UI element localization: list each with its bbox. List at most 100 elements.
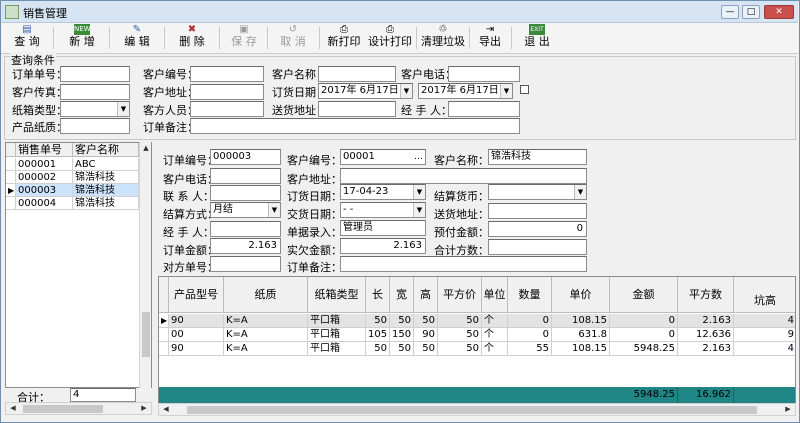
order-items-grid[interactable]: 产品型号 纸质 纸箱类型 长 宽 高 平方价 单位 数量 单价 金额 平方数 坑… — [158, 276, 796, 404]
export-button[interactable]: ⇥ 导出 — [474, 24, 506, 53]
col-header-flute-height[interactable]: 坑高 — [734, 277, 795, 313]
total-sqm-field[interactable] — [488, 239, 587, 255]
scroll-left-icon[interactable]: ◀ — [7, 403, 19, 414]
cust-addr-field[interactable] — [340, 168, 587, 184]
col-header-sqm[interactable]: 平方数 — [678, 277, 734, 313]
printer-icon: ⎙ — [386, 24, 394, 35]
col-header-unit[interactable]: 单位 — [482, 277, 508, 313]
peer-no-field[interactable] — [210, 256, 281, 272]
scroll-thumb[interactable] — [142, 312, 150, 357]
order-note-filter[interactable] — [190, 118, 520, 134]
paper-filter[interactable] — [60, 118, 130, 134]
chevron-down-icon[interactable]: ▼ — [117, 102, 129, 116]
order-no-filter[interactable] — [60, 66, 130, 82]
list-horizontal-scrollbar[interactable]: ◀ ▶ — [5, 402, 152, 415]
currency-select[interactable]: ▼ — [488, 184, 587, 200]
toolbar-separator — [109, 27, 110, 49]
handler-field[interactable] — [210, 221, 281, 237]
chevron-down-icon[interactable]: ▼ — [413, 185, 425, 199]
cust-staff-filter[interactable] — [190, 101, 264, 117]
scroll-right-icon[interactable]: ▶ — [138, 403, 150, 414]
exit-button[interactable]: EXIT 退 出 — [517, 24, 557, 53]
cust-fax-filter[interactable] — [60, 84, 130, 100]
delete-button[interactable]: ✖ 删 除 — [171, 24, 213, 53]
cust-phone-filter[interactable] — [448, 66, 520, 82]
col-header-height[interactable]: 高 — [414, 277, 438, 313]
scroll-up-icon[interactable]: ▲ — [140, 143, 152, 154]
settle-select[interactable]: 月结 ▼ — [210, 202, 281, 218]
chevron-down-icon[interactable]: ▼ — [268, 203, 280, 217]
date-from-picker[interactable]: 2017年 6月17日 ▼ — [318, 83, 413, 99]
ship-addr-filter[interactable] — [318, 101, 396, 117]
undo-icon: ↺ — [288, 24, 298, 35]
sum-sqm: 16.962 — [678, 387, 734, 403]
date-to-picker[interactable]: 2017年 6月17日 ▼ — [418, 83, 513, 99]
cust-addr-label: 客户地址： — [287, 173, 342, 186]
cust-addr-filter[interactable] — [190, 84, 264, 100]
col-header-paper[interactable]: 纸质 — [224, 277, 308, 313]
ship-addr-field[interactable] — [488, 203, 587, 219]
scroll-right-icon[interactable]: ▶ — [782, 404, 794, 415]
col-header-box-type[interactable]: 纸箱类型 — [308, 277, 366, 313]
list-vertical-scrollbar[interactable]: ▲ — [139, 142, 151, 388]
clear-trash-button[interactable]: ♲ 清理垃圾 — [420, 24, 466, 53]
box-type-filter[interactable]: ▼ — [60, 101, 130, 117]
save-button[interactable]: ▣ 保 存 — [225, 24, 263, 53]
col-header-amount[interactable]: 金额 — [610, 277, 678, 313]
cust-no-filter[interactable] — [190, 66, 264, 82]
scroll-thumb[interactable] — [23, 405, 103, 413]
col-header-order-no[interactable]: 销售单号 — [16, 143, 73, 157]
cancel-button[interactable]: ↺ 取 消 — [274, 24, 312, 53]
scroll-left-icon[interactable]: ◀ — [160, 404, 172, 415]
cust-name-field[interactable]: 锦浩科技 — [488, 149, 587, 165]
toolbar-separator — [511, 27, 512, 49]
design-print-button[interactable]: ⎙ 设计打印 — [367, 24, 413, 53]
list-item[interactable]: 000001 ABC — [6, 158, 139, 171]
col-header-unit-price[interactable]: 单价 — [552, 277, 610, 313]
order-list[interactable]: 销售单号 客户名称 000001 ABC 000002 锦浩科技 ▶ 00000… — [5, 142, 152, 388]
add-button[interactable]: NEW 新 增 — [61, 24, 103, 53]
grid-horizontal-scrollbar[interactable]: ◀ ▶ — [158, 403, 796, 416]
list-item[interactable]: 000002 锦浩科技 — [6, 171, 139, 184]
detail-note-field[interactable] — [340, 256, 587, 272]
cust-name-filter[interactable] — [318, 66, 396, 82]
close-window-button[interactable]: ✕ — [764, 5, 794, 19]
order-date-picker[interactable]: 17-04-23 ▼ — [340, 184, 426, 200]
list-item[interactable]: 000004 锦浩科技 — [6, 197, 139, 210]
chevron-down-icon[interactable]: ▼ — [500, 84, 512, 98]
contact-field[interactable] — [210, 185, 281, 201]
col-header-width[interactable]: 宽 — [390, 277, 414, 313]
handler-filter[interactable] — [448, 101, 520, 117]
owed-field[interactable]: 2.163 — [340, 238, 426, 254]
entry-field[interactable]: 管理员 — [340, 220, 426, 236]
order-amt-field[interactable]: 2.163 — [210, 238, 281, 254]
col-header-qty[interactable]: 数量 — [508, 277, 552, 313]
cust-no-field[interactable]: 00001 … — [340, 149, 426, 165]
ellipsis-button[interactable]: … — [414, 150, 423, 164]
scroll-thumb[interactable] — [187, 406, 757, 414]
date-filter-checkbox[interactable] — [520, 85, 529, 94]
chevron-down-icon[interactable]: ▼ — [413, 203, 425, 217]
deliver-date-picker[interactable]: - - ▼ — [340, 202, 426, 218]
prepay-field[interactable]: 0 — [488, 221, 587, 237]
maximize-button[interactable]: □ — [742, 5, 760, 19]
chevron-down-icon[interactable]: ▼ — [400, 84, 412, 98]
table-row[interactable]: ▶ 90 K=A 平口箱 50 50 50 50 个 0 108.15 0 2.… — [159, 314, 795, 328]
col-header-sqm-price[interactable]: 平方价 — [438, 277, 482, 313]
cust-phone-field[interactable] — [210, 168, 281, 184]
edit-button[interactable]: ✎ 编 辑 — [116, 24, 158, 53]
export-icon: ⇥ — [485, 24, 495, 35]
col-header-cust-name[interactable]: 客户名称 — [73, 143, 139, 157]
toolbar-separator — [469, 27, 470, 49]
new-print-button[interactable]: ⎙ 新打印 — [324, 24, 364, 53]
chevron-down-icon[interactable]: ▼ — [574, 185, 586, 199]
table-row[interactable]: 90 K=A 平口箱 50 50 50 50 个 55 108.15 5948.… — [159, 342, 795, 356]
query-button[interactable]: ▤ 查 询 — [6, 24, 48, 53]
order-no-field[interactable]: 000003 — [210, 149, 281, 165]
col-header-length[interactable]: 长 — [366, 277, 390, 313]
col-header-model[interactable]: 产品型号 — [169, 277, 224, 313]
row-indicator-header — [6, 143, 16, 157]
minimize-button[interactable]: — — [721, 5, 739, 19]
list-item-selected[interactable]: ▶ 000003 锦浩科技 — [6, 184, 139, 197]
table-row[interactable]: 00 K=A 平口箱 105 150 90 50 个 0 631.8 0 12.… — [159, 328, 795, 342]
